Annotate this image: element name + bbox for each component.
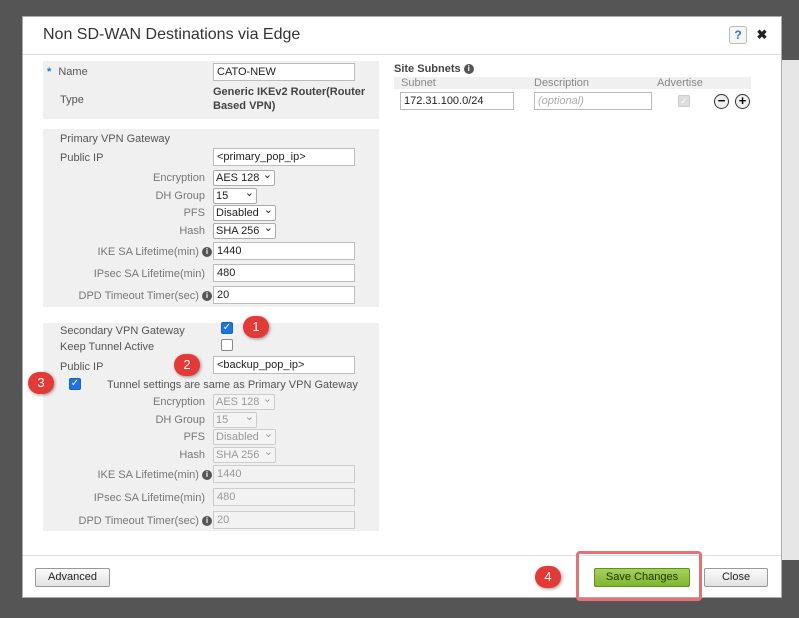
- primary-dpd-input[interactable]: 20: [213, 286, 355, 304]
- primary-dh-label: DH Group: [155, 190, 205, 202]
- required-mark: *: [47, 66, 52, 78]
- annotation-badge-2: 2: [174, 354, 200, 376]
- primary-hash-select[interactable]: SHA 256: [213, 221, 276, 239]
- advanced-button[interactable]: Advanced: [35, 568, 110, 587]
- name-label: * Name: [47, 66, 88, 78]
- keep-tunnel-label: Keep Tunnel Active: [60, 341, 155, 353]
- help-icon[interactable]: ?: [729, 26, 747, 44]
- background-page-strip: [781, 60, 799, 560]
- primary-ike-label-text: IKE SA Lifetime(min): [97, 246, 199, 258]
- secondary-public-ip-label: Public IP: [60, 361, 104, 373]
- secondary-ike-input[interactable]: 1440: [213, 465, 355, 483]
- secondary-dh-label: DH Group: [155, 414, 205, 426]
- secondary-ipsec-input[interactable]: 480: [213, 488, 355, 506]
- secondary-section-label: Secondary VPN Gateway: [60, 325, 185, 337]
- annotation-badge-1: 1: [243, 316, 269, 338]
- dialog-titlebar: Non SD-WAN Destinations via Edge ? ✖: [23, 17, 781, 55]
- primary-dh-select[interactable]: 15: [213, 186, 257, 204]
- same-settings-label: Tunnel settings are same as Primary VPN …: [107, 379, 358, 391]
- description-input[interactable]: (optional): [534, 92, 652, 110]
- advertise-checkbox[interactable]: ✓: [678, 95, 690, 107]
- secondary-hash-label: Hash: [179, 449, 205, 461]
- primary-encryption-select[interactable]: AES 128: [213, 168, 275, 186]
- secondary-hash-select[interactable]: SHA 256: [213, 445, 276, 463]
- annotation-badge-4: 4: [535, 566, 561, 588]
- type-value-line2: Based VPN): [213, 100, 276, 112]
- name-input[interactable]: CATO-NEW: [213, 63, 355, 81]
- primary-hash-label: Hash: [179, 225, 205, 237]
- info-icon: i: [202, 470, 212, 481]
- info-icon: i: [202, 247, 212, 258]
- primary-dpd-label-text: DPD Timeout Timer(sec): [78, 290, 199, 302]
- primary-public-ip-input[interactable]: <primary_pop_ip>: [213, 148, 355, 166]
- info-icon: i: [463, 64, 474, 75]
- primary-ipsec-input[interactable]: 480: [213, 264, 355, 282]
- advertise-column-header: Advertise: [657, 77, 703, 89]
- type-value-line1: Generic IKEv2 Router(Router: [213, 86, 366, 98]
- secondary-pfs-label: PFS: [183, 431, 205, 443]
- secondary-public-ip-input[interactable]: <backup_pop_ip>: [213, 356, 355, 374]
- type-label: Type: [60, 94, 84, 106]
- secondary-ike-label: IKE SA Lifetime(min) i: [43, 469, 212, 481]
- non-sdwan-dialog: Non SD-WAN Destinations via Edge ? ✖ * N…: [22, 16, 782, 601]
- secondary-ike-label-text: IKE SA Lifetime(min): [97, 469, 199, 481]
- name-label-text: Name: [58, 66, 88, 78]
- save-changes-button[interactable]: Save Changes: [594, 568, 690, 587]
- primary-pfs-label: PFS: [183, 207, 205, 219]
- primary-ipsec-label: IPsec SA Lifetime(min): [93, 268, 205, 280]
- primary-section-label: Primary VPN Gateway: [60, 133, 171, 145]
- secondary-gateway-checkbox[interactable]: ✓: [221, 322, 233, 334]
- annotation-badge-3: 3: [28, 372, 54, 394]
- same-settings-checkbox[interactable]: ✓: [69, 378, 81, 390]
- secondary-ipsec-label: IPsec SA Lifetime(min): [93, 492, 205, 504]
- description-column-header: Description: [534, 77, 590, 89]
- close-button[interactable]: Close: [704, 568, 768, 587]
- site-subnets-title: Site Subnets i: [394, 63, 474, 75]
- secondary-dpd-input[interactable]: 20: [213, 511, 355, 529]
- primary-encryption-label: Encryption: [153, 172, 205, 184]
- type-value: Generic IKEv2 Router(Router Based VPN): [213, 85, 365, 113]
- secondary-dh-select[interactable]: 15: [213, 410, 257, 428]
- primary-ike-label: IKE SA Lifetime(min) i: [43, 246, 212, 258]
- site-subnets-title-text: Site Subnets: [394, 63, 461, 75]
- primary-dpd-label: DPD Timeout Timer(sec) i: [43, 290, 212, 302]
- info-icon: i: [202, 291, 212, 302]
- subnet-column-header: Subnet: [401, 77, 436, 89]
- keep-tunnel-checkbox[interactable]: [221, 339, 233, 351]
- primary-ike-input[interactable]: 1440: [213, 242, 355, 260]
- info-icon: i: [202, 516, 212, 527]
- remove-subnet-icon[interactable]: −: [714, 94, 729, 109]
- primary-pfs-select[interactable]: Disabled: [213, 203, 276, 221]
- add-subnet-icon[interactable]: +: [735, 94, 750, 109]
- secondary-encryption-label: Encryption: [153, 396, 205, 408]
- primary-public-ip-label: Public IP: [60, 152, 104, 164]
- secondary-encryption-select[interactable]: AES 128: [213, 392, 275, 410]
- secondary-dpd-label: DPD Timeout Timer(sec) i: [43, 515, 212, 527]
- secondary-dpd-label-text: DPD Timeout Timer(sec): [78, 515, 199, 527]
- close-icon[interactable]: ✖: [753, 26, 771, 44]
- secondary-pfs-select[interactable]: Disabled: [213, 427, 276, 445]
- subnet-input[interactable]: 172.31.100.0/24: [400, 92, 514, 110]
- dialog-title: Non SD-WAN Destinations via Edge: [43, 26, 301, 43]
